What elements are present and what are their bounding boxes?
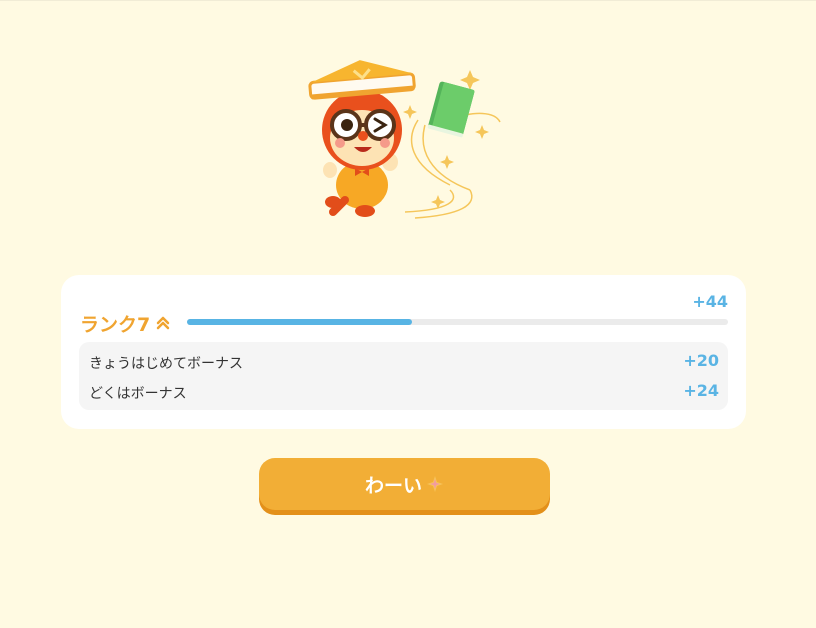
rank-progress-bar (187, 319, 728, 325)
rank-progress-fill (187, 319, 412, 325)
bonus-list: きょうはじめてボーナス +20 どくはボーナス +24 (79, 342, 728, 410)
rank-result-card: +44 ランク7 きょうはじめてボーナス +20 どくはボーナス +24 (61, 275, 746, 429)
rank-label: ランク7 (80, 309, 170, 337)
bonus-label: きょうはじめてボーナス (89, 356, 243, 372)
mascot-illustration (308, 60, 501, 219)
total-xp-gain: +44 (692, 292, 728, 311)
yay-button[interactable]: わーい (259, 458, 550, 510)
bonus-label: どくはボーナス (89, 386, 187, 402)
bonus-value: +24 (683, 381, 719, 400)
yay-button-label: わーい (364, 474, 422, 497)
double-chevron-up-icon (156, 316, 170, 330)
bonus-value: +20 (683, 351, 719, 370)
top-border (0, 0, 816, 1)
sparkle-icon (427, 476, 443, 492)
bonus-row-reading: どくはボーナス +24 (79, 380, 728, 404)
bonus-row-first-of-day: きょうはじめてボーナス +20 (79, 350, 728, 374)
rank-text: ランク7 (80, 313, 151, 336)
